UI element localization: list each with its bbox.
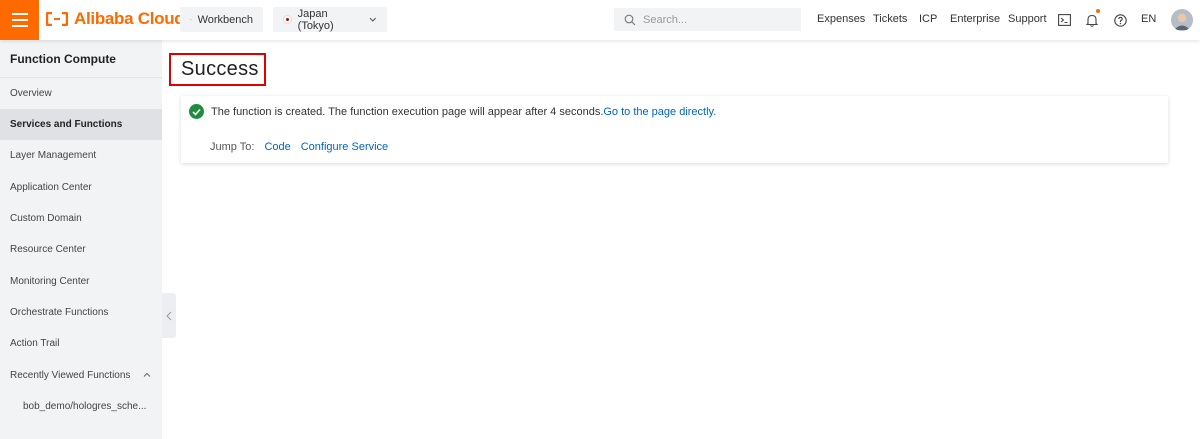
check-circle-icon [189,104,204,119]
sidebar-item-overview[interactable]: Overview [0,78,162,109]
chevron-left-icon [166,311,172,320]
user-avatar[interactable] [1171,9,1193,31]
workbench-label: Workbench [197,13,253,26]
home-icon [190,18,192,21]
chevron-up-icon [143,372,151,377]
terminal-icon[interactable] [1055,11,1073,29]
alibaba-logo-icon [46,12,68,26]
recent-function-item[interactable]: bob_demo/hologres_sche... [0,391,162,422]
notification-dot [1096,9,1100,13]
help-icon[interactable] [1111,11,1129,29]
chevron-down-icon [369,17,377,22]
sidebar-title: Function Compute [0,40,162,78]
alibaba-cloud-logo[interactable]: Alibaba Cloud [46,9,185,29]
expenses-link[interactable]: Expenses [817,13,865,25]
jump-to-row: Jump To: Code Configure Service [210,141,388,153]
page-title: Success [169,53,266,86]
jump-to-label: Jump To: [210,141,255,153]
sidebar-item-action-trail[interactable]: Action Trail [0,328,162,359]
brand-name: Alibaba Cloud [74,9,185,28]
go-to-page-link[interactable]: Go to the page directly. [603,106,716,118]
sidebar-item-resource-center[interactable]: Resource Center [0,234,162,265]
japan-flag-icon [283,15,292,24]
sidebar-item-orchestrate-functions[interactable]: Orchestrate Functions [0,297,162,328]
tickets-link[interactable]: Tickets [873,13,907,25]
workbench-button[interactable]: Workbench [180,7,263,32]
search-icon [624,14,636,25]
menu-icon[interactable] [0,0,39,40]
sidebar-item-application-center[interactable]: Application Center [0,172,162,203]
success-card: The function is created. The function ex… [181,96,1168,163]
success-message-text: The function is created. The function ex… [211,105,604,118]
sidebar-item-monitoring-center[interactable]: Monitoring Center [0,266,162,297]
enterprise-link[interactable]: Enterprise [950,13,1000,25]
region-selector[interactable]: Japan (Tokyo) [273,7,387,32]
jump-configure-service-link[interactable]: Configure Service [301,141,388,153]
language-switcher[interactable]: EN [1141,13,1156,25]
sidebar-item-recently-viewed-functions[interactable]: Recently Viewed Functions [0,360,162,391]
search-box[interactable] [614,8,801,31]
support-link[interactable]: Support [1008,13,1047,25]
bell-icon[interactable] [1083,9,1101,29]
jump-code-link[interactable]: Code [264,141,290,153]
sidebar-item-layer-management[interactable]: Layer Management [0,140,162,171]
sidebar-collapse-handle[interactable] [162,293,176,338]
search-input[interactable] [643,13,793,26]
icp-link[interactable]: ICP [919,13,937,25]
success-message: The function is created. The function ex… [189,104,716,119]
top-navigation-bar: Alibaba Cloud Workbench Japan (Tokyo) Ex… [0,0,1200,40]
sidebar: Function Compute Overview Services and F… [0,40,162,439]
region-label: Japan (Tokyo) [297,7,334,32]
recently-viewed-label: Recently Viewed Functions [10,370,131,381]
sidebar-item-custom-domain[interactable]: Custom Domain [0,203,162,234]
sidebar-item-services-and-functions[interactable]: Services and Functions [0,109,162,140]
